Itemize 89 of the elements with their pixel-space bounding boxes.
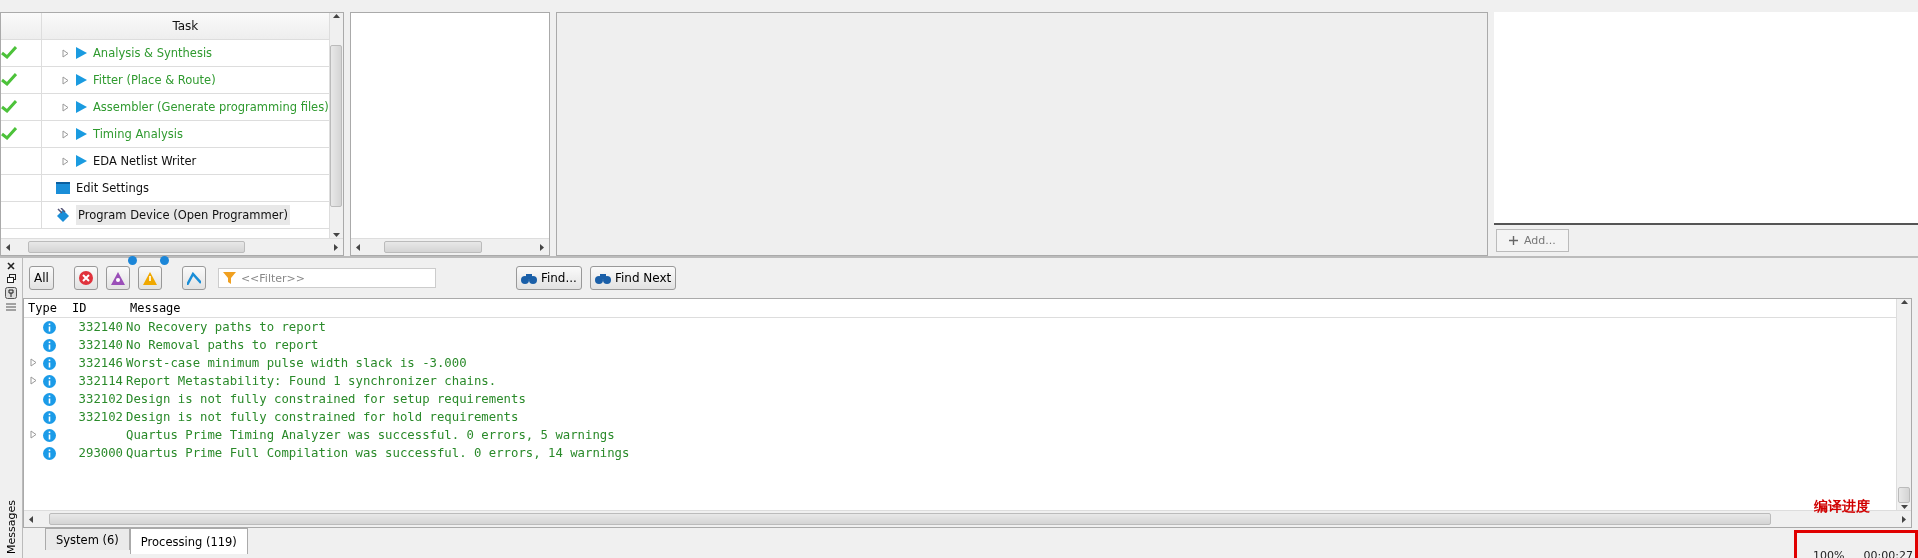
expand-arrow-icon[interactable] [62, 75, 69, 85]
info-icon [43, 428, 56, 442]
critical-warning-filter-button[interactable] [105, 266, 130, 290]
task-item[interactable]: Edit Settings [76, 181, 150, 195]
error-filter-button[interactable] [73, 266, 98, 290]
close-icon[interactable] [7, 262, 15, 270]
message-text: Design is not fully constrained for setup requirements [126, 392, 527, 406]
check-icon [1, 98, 17, 113]
message-text: No Recovery paths to report [126, 320, 327, 334]
annotation-label: 编译进度 [1814, 498, 1870, 516]
scroll-left-icon[interactable] [28, 515, 35, 523]
info-icon [43, 446, 56, 460]
message-id: 332102 [77, 410, 124, 424]
message-id: 293000 [77, 446, 124, 460]
message-text: Worst-case minimum pulse width slack is -3.000 [126, 356, 468, 370]
info-icon [43, 320, 56, 334]
panel-title: Messages [4, 500, 18, 554]
message-id: 332140 [77, 338, 124, 352]
warning-filter-button[interactable] [137, 266, 162, 290]
binoculars-icon [594, 272, 611, 284]
play-icon[interactable] [75, 74, 87, 86]
plus-icon [1509, 236, 1518, 245]
message-text: Design is not fully constrained for hold requirements [126, 410, 520, 424]
scroll-left-icon[interactable] [5, 243, 12, 251]
task-item[interactable]: EDA Netlist Writer [93, 154, 197, 168]
task-item[interactable]: Timing Analysis [93, 127, 183, 141]
info-icon [43, 356, 56, 370]
message-text: Quartus Prime Full Compilation was successful. 0 errors, 14 warnings [126, 446, 631, 460]
message-text: Quartus Prime Timing Analyzer was successful. 0 errors, 5 warnings [126, 428, 616, 442]
message-id: 332114 [77, 374, 124, 388]
scrollbar-thumb[interactable] [28, 241, 245, 253]
message-id: 332140 [77, 320, 124, 334]
scrollbar-thumb[interactable] [49, 513, 1771, 525]
column-header[interactable]: ID [68, 301, 126, 315]
task-item[interactable]: Fitter (Place & Route) [93, 73, 216, 87]
play-icon[interactable] [75, 47, 87, 59]
scroll-up-icon[interactable] [1900, 299, 1908, 306]
message-text: Report Metastability: Found 1 synchronizer chains. [126, 374, 498, 388]
scroll-up-icon[interactable] [332, 13, 340, 20]
task-item[interactable]: Assembler (Generate programming files) [93, 100, 329, 114]
column-header[interactable]: Message [126, 301, 1896, 315]
message-text: No Removal paths to report [126, 338, 320, 352]
message-id: 332146 [77, 356, 124, 370]
expand-arrow-icon[interactable] [62, 129, 69, 139]
add-button[interactable]: Add... [1496, 229, 1569, 252]
info-icon [43, 392, 56, 406]
scrollbar-thumb[interactable] [384, 241, 482, 253]
message-id: 332102 [77, 392, 124, 406]
scrollbar-thumb[interactable] [1898, 487, 1910, 503]
pin-icon[interactable] [5, 287, 17, 299]
info-icon [43, 410, 56, 424]
filter-field[interactable]: <<Filter>> [217, 268, 436, 288]
error-icon [78, 271, 93, 285]
badge-dot [159, 256, 169, 265]
suppress-filter-button[interactable] [181, 266, 206, 290]
find-next-button[interactable]: Find Next [589, 266, 677, 290]
warning-icon [142, 271, 157, 285]
column-header[interactable]: Type [24, 301, 68, 315]
tab[interactable]: Processing (119) [129, 528, 248, 554]
play-icon[interactable] [75, 155, 87, 167]
info-icon [43, 338, 56, 352]
scroll-left-icon[interactable] [355, 243, 362, 251]
play-icon[interactable] [75, 128, 87, 140]
expand-arrow-icon[interactable] [62, 102, 69, 112]
task-item[interactable]: Analysis & Synthesis [93, 46, 213, 60]
scroll-right-icon[interactable] [1900, 515, 1907, 523]
check-icon [1, 125, 17, 140]
expand-arrow-icon[interactable] [62, 156, 69, 166]
check-icon [1, 44, 17, 59]
settings-window-icon[interactable] [56, 182, 70, 194]
binoculars-icon [520, 272, 537, 284]
tab[interactable]: System (6) [45, 528, 130, 550]
expand-arrow-icon[interactable] [30, 430, 37, 439]
task-item[interactable]: Program Device (Open Programmer) [76, 205, 291, 225]
funnel-icon [222, 272, 236, 284]
scroll-right-icon[interactable] [538, 243, 545, 251]
find-button[interactable]: Find... [515, 266, 582, 290]
restore-icon[interactable] [6, 274, 16, 283]
check-icon [1, 71, 17, 86]
menu-icon[interactable] [6, 303, 16, 311]
expand-arrow-icon[interactable] [62, 48, 69, 58]
scroll-right-icon[interactable] [332, 243, 339, 251]
all-button[interactable]: All [29, 266, 54, 290]
play-icon[interactable] [75, 101, 87, 113]
scrollbar-thumb[interactable] [330, 44, 343, 207]
badge-dot [127, 256, 137, 265]
programmer-icon[interactable] [56, 208, 70, 222]
triangle-icon [110, 271, 125, 285]
info-icon [43, 374, 56, 388]
